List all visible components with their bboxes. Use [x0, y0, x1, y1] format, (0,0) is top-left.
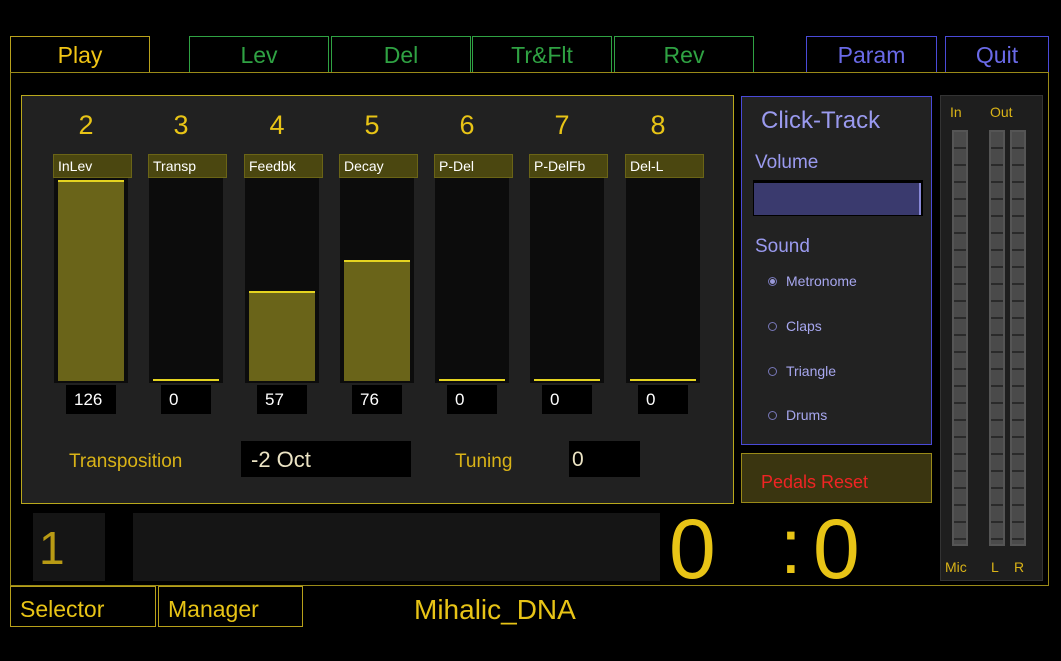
- channel-slider-fill: [344, 260, 410, 381]
- sound-option[interactable]: Metronome: [768, 273, 857, 289]
- tab-quit[interactable]: Quit: [945, 36, 1049, 73]
- sound-option[interactable]: Triangle: [768, 363, 836, 379]
- channel-slider[interactable]: [149, 178, 223, 383]
- sound-option[interactable]: Claps: [768, 318, 822, 334]
- channel-number: 7: [554, 110, 570, 140]
- channel-value[interactable]: 0: [447, 385, 497, 414]
- channel-slider-fill: [58, 180, 124, 381]
- radio-icon[interactable]: [768, 321, 777, 331]
- channel-value[interactable]: 0: [638, 385, 688, 414]
- sound-option-label: Claps: [786, 318, 822, 334]
- pedals-reset-button[interactable]: Pedals Reset: [741, 453, 932, 503]
- channel-number: 2: [78, 110, 94, 140]
- channel-label: Feedbk: [244, 154, 323, 178]
- channel-slider[interactable]: [54, 178, 128, 383]
- transposition-label: Transposition: [69, 451, 183, 472]
- tab-trflt[interactable]: Tr&Flt: [472, 36, 612, 73]
- meter-in-label: In: [950, 104, 962, 120]
- channel-value[interactable]: 57: [257, 385, 307, 414]
- tuning-value[interactable]: 0: [569, 441, 640, 477]
- time-left: 0: [669, 502, 716, 596]
- click-track-title: Click-Track: [761, 107, 881, 134]
- channel-slider-fill: [153, 379, 219, 381]
- tab-del[interactable]: Del: [331, 36, 471, 73]
- channel-slider[interactable]: [435, 178, 509, 383]
- sound-option-label: Metronome: [786, 273, 857, 289]
- program-number: 1: [39, 522, 65, 574]
- sound-option-label: Drums: [786, 407, 828, 423]
- tab-play[interactable]: Play: [10, 36, 150, 73]
- channel-slider-fill: [534, 379, 600, 381]
- channel-value[interactable]: 76: [352, 385, 402, 414]
- tuning-label: Tuning: [455, 451, 513, 472]
- channel-label: Del-L: [625, 154, 704, 178]
- time-separator: :: [780, 502, 802, 590]
- radio-icon[interactable]: [768, 366, 777, 376]
- channel-slider[interactable]: [340, 178, 414, 383]
- channel-label: Decay: [339, 154, 418, 178]
- meter-l-label: L: [991, 559, 999, 575]
- sound-label: Sound: [755, 236, 810, 257]
- message-display: [133, 513, 660, 581]
- meter-mic-label: Mic: [945, 559, 967, 575]
- tab-rev[interactable]: Rev: [614, 36, 754, 73]
- channel-number: 4: [269, 110, 285, 140]
- meter-right: [1010, 130, 1026, 546]
- selector-button[interactable]: Selector: [10, 586, 156, 627]
- channel-label: InLev: [53, 154, 132, 178]
- transposition-value[interactable]: -2 Oct: [241, 441, 411, 477]
- channel-value[interactable]: 0: [542, 385, 592, 414]
- channel-slider-fill: [249, 291, 315, 381]
- preset-name: Mihalic_DNA: [414, 594, 576, 625]
- channel-label: P-Del: [434, 154, 513, 178]
- sound-option[interactable]: Drums: [768, 407, 827, 423]
- sound-option-label: Triangle: [786, 363, 837, 379]
- click-track-panel: [741, 96, 932, 445]
- radio-icon[interactable]: [768, 276, 777, 286]
- channel-value[interactable]: 126: [66, 385, 116, 414]
- meter-mic: [952, 130, 968, 546]
- radio-icon[interactable]: [768, 410, 777, 420]
- meter-r-label: R: [1014, 559, 1025, 575]
- manager-button[interactable]: Manager: [158, 586, 303, 627]
- channel-slider-fill: [439, 379, 505, 381]
- channel-label: Transp: [148, 154, 227, 178]
- tab-param[interactable]: Param: [806, 36, 937, 73]
- meter-left: [989, 130, 1005, 546]
- tab-lev[interactable]: Lev: [189, 36, 329, 73]
- channel-number: 8: [650, 110, 666, 140]
- time-right: 0: [813, 502, 860, 596]
- volume-label: Volume: [755, 152, 819, 173]
- meter-out-label: Out: [990, 104, 1013, 120]
- channel-number: 3: [173, 110, 189, 140]
- volume-slider-fill: [754, 183, 921, 215]
- channel-slider[interactable]: [245, 178, 319, 383]
- channel-slider-fill: [630, 379, 696, 381]
- channel-slider[interactable]: [626, 178, 700, 383]
- channel-number: 6: [459, 110, 475, 140]
- channel-label: P-DelFb: [529, 154, 608, 178]
- channel-value[interactable]: 0: [161, 385, 211, 414]
- channel-number: 5: [364, 110, 380, 140]
- channel-slider[interactable]: [530, 178, 604, 383]
